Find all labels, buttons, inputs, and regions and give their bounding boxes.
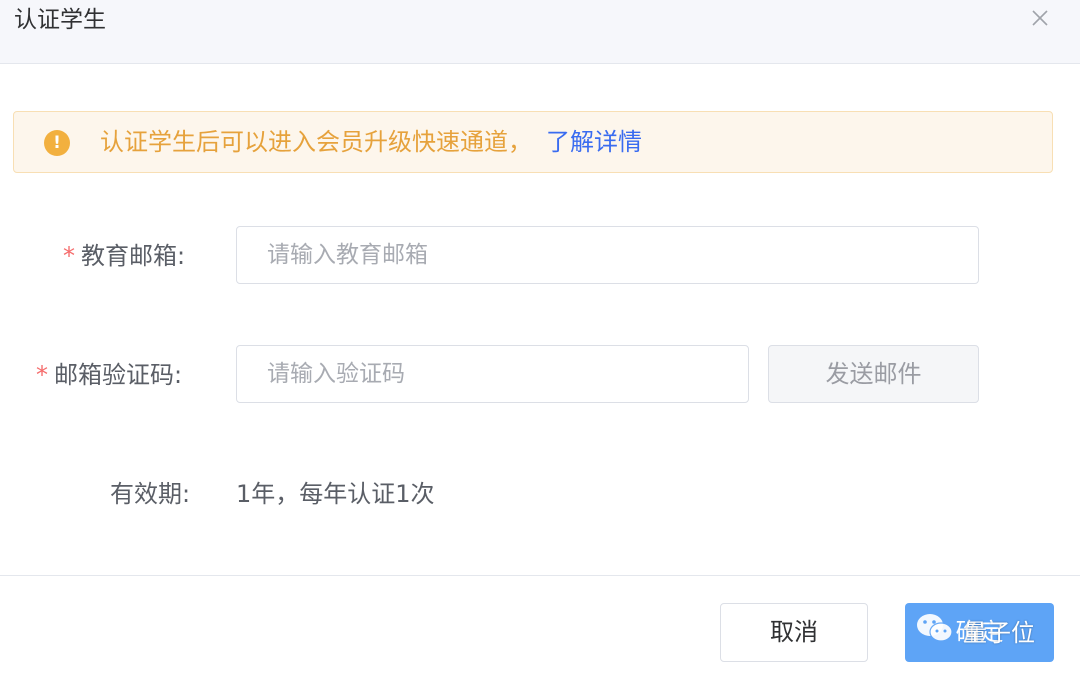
dialog-title: 认证学生 [14,7,106,33]
watermark: 量子位 [915,610,1035,650]
alert-message-text: 认证学生后可以进入会员升级快速通道， [100,128,532,156]
info-alert: ! 认证学生后可以进入会员升级快速通道， 了解详情 [13,111,1053,173]
send-email-button[interactable]: 发送邮件 [768,345,979,403]
email-label: * 教育邮箱: [63,239,185,273]
dialog-header: 认证学生 [0,0,1080,64]
cancel-button[interactable]: 取消 [720,603,868,662]
validity-label: 有效期: [110,480,191,508]
watermark-text: 量子位 [963,618,1035,647]
code-label-text: 邮箱验证码: [54,361,183,389]
learn-more-link[interactable]: 了解详情 [546,128,642,156]
footer-divider [0,575,1080,576]
alert-message: 认证学生后可以进入会员升级快速通道， 了解详情 [100,126,642,158]
code-label: * 邮箱验证码: [36,358,182,392]
close-icon[interactable] [1028,6,1052,30]
validity-value: 1年，每年认证1次 [236,480,435,508]
warning-icon: ! [44,130,70,156]
wechat-icon [915,611,955,649]
required-mark: * [36,361,48,389]
required-mark: * [63,242,75,270]
email-label-text: 教育邮箱: [81,242,186,270]
verification-code-field[interactable] [236,345,749,403]
email-field[interactable] [236,226,979,284]
